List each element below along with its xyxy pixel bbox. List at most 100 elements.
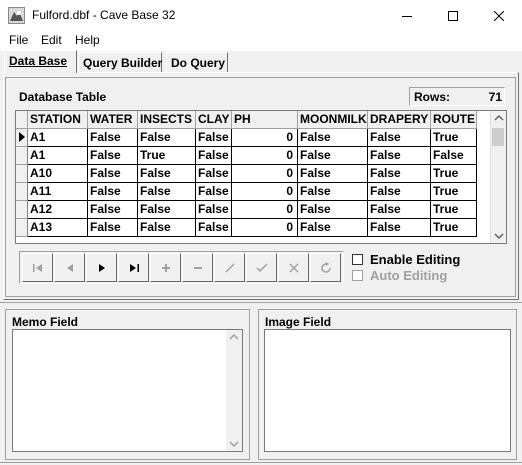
post-edit-button[interactable] bbox=[246, 253, 277, 282]
table-cell[interactable]: A1 bbox=[28, 129, 88, 147]
table-cell[interactable]: 0 bbox=[232, 129, 298, 147]
menu-edit[interactable]: Edit bbox=[41, 33, 62, 47]
table-cell[interactable]: False bbox=[138, 219, 196, 237]
column-header[interactable]: STATION bbox=[28, 111, 88, 129]
cancel-edit-button[interactable] bbox=[278, 253, 309, 282]
table-cell[interactable]: False bbox=[368, 165, 431, 183]
table-cell[interactable]: True bbox=[431, 183, 477, 201]
grid-scroll-thumb[interactable] bbox=[492, 128, 504, 146]
maximize-button[interactable] bbox=[430, 0, 476, 31]
table-cell[interactable]: False bbox=[88, 219, 138, 237]
column-header[interactable]: PH bbox=[232, 111, 298, 129]
column-header[interactable]: WATER bbox=[88, 111, 138, 129]
table-cell[interactable]: True bbox=[431, 165, 477, 183]
table-cell[interactable]: False bbox=[88, 147, 138, 165]
memo-vertical-scrollbar[interactable] bbox=[226, 330, 242, 451]
table-cell[interactable]: 0 bbox=[232, 201, 298, 219]
table-cell[interactable]: False bbox=[138, 129, 196, 147]
column-header[interactable]: DRAPERY bbox=[368, 111, 431, 129]
table-cell[interactable]: False bbox=[138, 183, 196, 201]
scroll-up-icon[interactable] bbox=[226, 330, 242, 344]
enable-editing-label[interactable]: Enable Editing bbox=[370, 252, 460, 267]
table-cell[interactable]: False bbox=[298, 183, 368, 201]
auto-editing-checkbox[interactable] bbox=[352, 270, 363, 281]
table-cell[interactable]: False bbox=[368, 129, 431, 147]
table-cell[interactable]: True bbox=[431, 201, 477, 219]
image-field-box[interactable] bbox=[264, 329, 511, 452]
minus-icon bbox=[193, 266, 202, 269]
table-cell[interactable]: 0 bbox=[232, 183, 298, 201]
scroll-down-icon[interactable] bbox=[226, 437, 242, 451]
table-cell[interactable]: False bbox=[368, 219, 431, 237]
next-record-icon bbox=[98, 263, 105, 272]
table-cell[interactable]: False bbox=[196, 165, 232, 183]
table-cell[interactable]: 0 bbox=[232, 165, 298, 183]
column-header[interactable]: CLAY bbox=[196, 111, 232, 129]
table-cell[interactable]: False bbox=[196, 147, 232, 165]
row-indicator[interactable] bbox=[16, 129, 28, 147]
table-cell[interactable]: A13 bbox=[28, 219, 88, 237]
table-cell[interactable]: True bbox=[138, 147, 196, 165]
table-cell[interactable]: False bbox=[298, 219, 368, 237]
panel-splitter[interactable] bbox=[0, 302, 522, 308]
table-cell[interactable]: True bbox=[431, 129, 477, 147]
table-cell[interactable]: True bbox=[431, 219, 477, 237]
row-indicator[interactable] bbox=[16, 183, 28, 201]
edit-record-button[interactable] bbox=[214, 253, 245, 282]
delete-record-button[interactable] bbox=[182, 253, 213, 282]
table-cell[interactable]: False bbox=[88, 183, 138, 201]
table-cell[interactable]: False bbox=[298, 201, 368, 219]
menu-help[interactable]: Help bbox=[75, 33, 100, 47]
table-cell[interactable]: False bbox=[298, 165, 368, 183]
table-cell[interactable]: A12 bbox=[28, 201, 88, 219]
first-record-button[interactable] bbox=[22, 253, 53, 282]
table-cell[interactable]: False bbox=[368, 183, 431, 201]
menu-file[interactable]: File bbox=[9, 33, 28, 47]
table-cell[interactable]: 0 bbox=[232, 147, 298, 165]
tab-database[interactable]: Data Base bbox=[4, 50, 77, 73]
table-cell[interactable]: 0 bbox=[232, 219, 298, 237]
memo-textarea[interactable] bbox=[12, 329, 243, 452]
row-indicator[interactable] bbox=[16, 147, 28, 165]
refresh-data-button[interactable] bbox=[310, 253, 341, 282]
column-header[interactable]: MOONMILK bbox=[298, 111, 368, 129]
minimize-icon bbox=[402, 15, 412, 17]
table-cell[interactable]: False bbox=[368, 147, 431, 165]
table-cell[interactable]: A11 bbox=[28, 183, 88, 201]
table-cell[interactable]: False bbox=[88, 165, 138, 183]
next-record-button[interactable] bbox=[86, 253, 117, 282]
row-indicator[interactable] bbox=[16, 201, 28, 219]
table-cell[interactable]: A1 bbox=[28, 147, 88, 165]
scroll-up-icon[interactable] bbox=[491, 111, 507, 125]
table-cell[interactable]: False bbox=[196, 129, 232, 147]
scroll-down-icon[interactable] bbox=[491, 229, 507, 243]
table-cell[interactable]: False bbox=[368, 201, 431, 219]
enable-editing-checkbox[interactable] bbox=[352, 254, 363, 265]
table-cell[interactable]: False bbox=[88, 129, 138, 147]
data-grid[interactable]: STATION WATER INSECTS CLAY PH MOONMILK DRAPERY… bbox=[15, 110, 507, 244]
table-cell[interactable]: False bbox=[431, 147, 477, 165]
prior-record-button[interactable] bbox=[54, 253, 85, 282]
first-record-icon bbox=[32, 263, 42, 272]
table-cell[interactable]: False bbox=[88, 201, 138, 219]
last-record-button[interactable] bbox=[118, 253, 149, 282]
table-cell[interactable]: False bbox=[196, 201, 232, 219]
insert-record-button[interactable] bbox=[150, 253, 181, 282]
cave-app-icon[interactable] bbox=[8, 7, 25, 24]
memo-field-title: Memo Field bbox=[12, 315, 79, 329]
table-cell[interactable]: False bbox=[298, 129, 368, 147]
table-cell[interactable]: False bbox=[138, 165, 196, 183]
minimize-button[interactable] bbox=[384, 0, 430, 31]
tab-do-query[interactable]: Do Query bbox=[166, 52, 228, 72]
row-indicator[interactable] bbox=[16, 219, 28, 237]
table-cell[interactable]: False bbox=[138, 201, 196, 219]
tab-query-builder[interactable]: Query Builder bbox=[78, 52, 162, 72]
column-header[interactable]: INSECTS bbox=[138, 111, 196, 129]
table-cell[interactable]: False bbox=[196, 219, 232, 237]
table-cell[interactable]: False bbox=[298, 147, 368, 165]
table-cell[interactable]: A10 bbox=[28, 165, 88, 183]
row-indicator[interactable] bbox=[16, 165, 28, 183]
column-header[interactable]: ROUTE bbox=[431, 111, 477, 129]
close-button[interactable] bbox=[476, 0, 522, 31]
table-cell[interactable]: False bbox=[196, 183, 232, 201]
